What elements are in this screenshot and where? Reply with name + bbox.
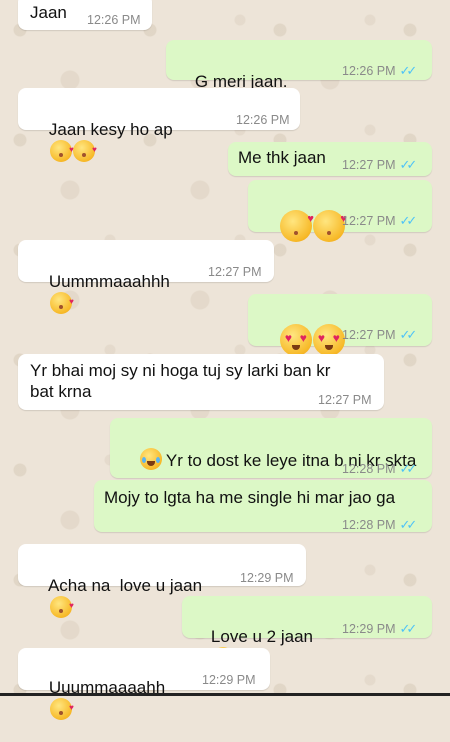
message-text: Yr bhai moj sy ni hoga tuj sy larki ban … bbox=[30, 361, 331, 401]
message-bubble[interactable]: Yr to dost ke leye itna b ni kr skta 12:… bbox=[110, 418, 432, 478]
kissing-heart-emoji-icon: ♥ bbox=[312, 210, 347, 242]
message-bubble[interactable]: Me thk jaan 12:27 PM ✓✓ bbox=[228, 142, 432, 176]
kissing-heart-emoji-icon: ♥ bbox=[49, 698, 74, 720]
kissing-heart-emoji-icon: ♥ bbox=[49, 140, 74, 162]
message-time: 12:27 PM bbox=[318, 393, 372, 407]
read-receipt-icon: ✓✓ bbox=[399, 63, 418, 78]
message-bubble[interactable]: Love u 2 jaan ♥ 12:29 PM✓✓ bbox=[182, 596, 432, 669]
message-bubble[interactable]: Uuummaaaahh ♥ 12:29 PM bbox=[18, 648, 270, 720]
message-bubble[interactable]: Jaan 12:26 PM bbox=[18, 0, 152, 30]
read-receipt-icon: ✓✓ bbox=[399, 621, 418, 636]
message-time: 12:29 PM bbox=[202, 673, 256, 687]
message-time: 12:29 PM bbox=[240, 571, 294, 585]
message-time: 12:26 PM bbox=[236, 113, 290, 127]
message-bubble[interactable]: ♥ ♥ ♥ ♥ 12:27 PM ✓✓ bbox=[248, 294, 432, 356]
message-text-label: Acha na love u jaan bbox=[47, 576, 203, 595]
heart-eyes-emoji-icon: ♥♥ bbox=[312, 324, 345, 356]
message-time: 12:28 PM bbox=[342, 518, 396, 532]
message-time: 12:27 PM bbox=[208, 265, 262, 279]
read-receipt-icon: ✓✓ bbox=[399, 517, 418, 532]
message-text-label: Love u 2 jaan bbox=[210, 627, 313, 646]
message-text: Mojy to lgta ha me single hi mar jao ga bbox=[104, 488, 396, 507]
kissing-heart-emoji-icon: ♥ bbox=[49, 596, 74, 618]
read-receipt-icon: ✓✓ bbox=[399, 327, 418, 342]
read-receipt-icon: ✓✓ bbox=[399, 213, 418, 228]
message-time: 12:26 PM bbox=[342, 64, 396, 78]
message-time: 12:26 PM bbox=[87, 13, 141, 27]
message-bubble[interactable]: ♥ ♥ 12:27 PM ✓✓ bbox=[248, 180, 432, 242]
message-text: Acha na love u jaan ♥ bbox=[30, 554, 202, 640]
message-text: Jaan kesy ho ap ♥ ♥ bbox=[30, 98, 173, 184]
message-meta: 12:27 PM ✓✓ bbox=[342, 210, 418, 232]
message-bubble[interactable]: Jaan kesy ho ap ♥ ♥ 12:26 PM bbox=[18, 88, 300, 162]
message-text-label: Uummmaaahhh bbox=[48, 272, 170, 291]
read-receipt-icon: ✓✓ bbox=[399, 461, 418, 476]
message-bubble[interactable]: Mojy to lgta ha me single hi mar jao ga … bbox=[94, 480, 432, 532]
message-meta: 12:28 PM ✓✓ bbox=[342, 514, 418, 536]
kissing-heart-emoji-icon: ♥ bbox=[279, 210, 314, 242]
message-meta: 12:28 PM ✓✓ bbox=[342, 458, 418, 480]
message-text: Me thk jaan bbox=[238, 148, 326, 167]
message-bubble[interactable]: Uummmaaahhh ♥ 12:27 PM bbox=[18, 240, 274, 314]
kissing-heart-emoji-icon: ♥ bbox=[72, 140, 97, 162]
read-receipt-icon: ✓✓ bbox=[399, 157, 418, 172]
message-meta: 12:27 PM ✓✓ bbox=[342, 324, 418, 346]
kissing-heart-emoji-icon: ♥ bbox=[49, 292, 74, 314]
message-text-label: Jaan kesy ho ap bbox=[48, 120, 173, 139]
message-bubble[interactable]: Yr bhai moj sy ni hoga tuj sy larki ban … bbox=[18, 354, 384, 410]
message-time: 12:29 PM bbox=[342, 622, 396, 636]
message-meta: 12:26 PM ✓✓ bbox=[342, 60, 418, 82]
message-text: Uummmaaahhh ♥ bbox=[30, 250, 170, 336]
message-time: 12:28 PM bbox=[342, 462, 396, 476]
message-time: 12:27 PM bbox=[342, 158, 396, 172]
heart-eyes-emoji-icon: ♥♥ bbox=[279, 324, 312, 356]
message-time: 12:27 PM bbox=[342, 328, 396, 342]
message-bubble[interactable]: Acha na love u jaan ♥ 12:29 PM bbox=[18, 544, 306, 618]
message-text: Uuummaaaahh ♥ bbox=[30, 656, 165, 742]
message-bubble[interactable]: G meri jaan. ♥♥♥ 12:26 PM✓✓ bbox=[166, 40, 432, 114]
message-meta: 12:29 PM ✓✓ bbox=[342, 618, 418, 640]
message-time: 12:27 PM bbox=[342, 214, 396, 228]
crying-face-emoji-icon bbox=[139, 448, 162, 470]
message-meta: 12:27 PM ✓✓ bbox=[342, 154, 418, 176]
message-text: Jaan bbox=[30, 3, 67, 22]
